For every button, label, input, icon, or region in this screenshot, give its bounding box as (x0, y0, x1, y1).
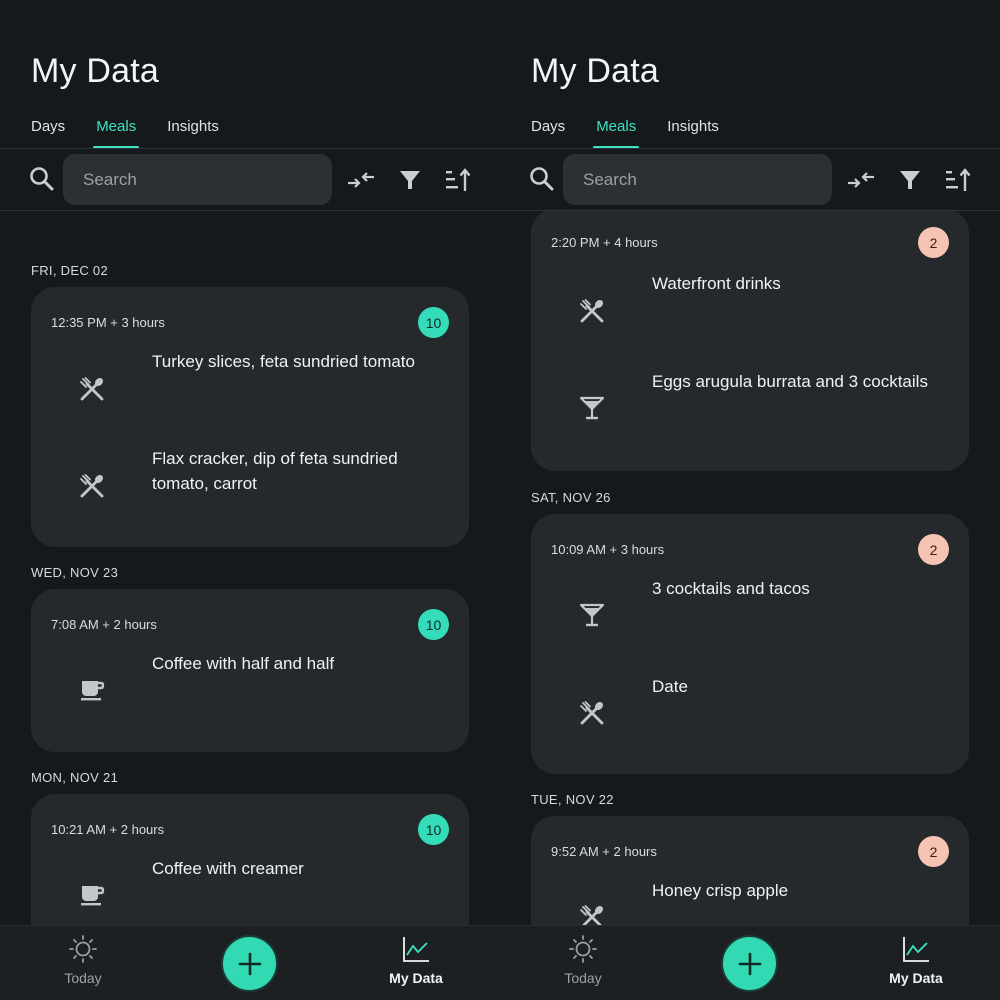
chart-line-icon (903, 937, 929, 962)
nav-my-data[interactable]: My Data (361, 934, 471, 986)
date-header: MON, NOV 21 (31, 770, 119, 785)
tab-meals[interactable]: Meals (593, 117, 640, 149)
meal-entry-text: Turkey slices, feta sundried tomato (152, 352, 415, 371)
compare-arrows-icon (348, 172, 374, 188)
meal-time: 10:09 AM + 3 hours (551, 542, 665, 557)
date-header: FRI, DEC 02 (31, 263, 108, 278)
cocktail-glass-icon (579, 603, 605, 627)
toolbar (0, 149, 500, 210)
filter-button[interactable] (395, 165, 425, 195)
date-header: WED, NOV 23 (31, 565, 119, 580)
coffee-cup-icon (81, 886, 105, 906)
plus-icon (238, 952, 261, 975)
tab-days[interactable]: Days (531, 117, 565, 149)
page-title: My Data (531, 52, 659, 90)
screen-right: My Data Days Meals Insights Search 2:20 … (500, 0, 1000, 1000)
nav-today[interactable]: Today (528, 934, 638, 986)
utensils-icon (80, 377, 104, 401)
utensils-icon (580, 905, 604, 925)
sort-button[interactable] (443, 165, 473, 195)
meal-card[interactable]: 12:35 PM + 3 hours 10 Turkey slices, fet… (31, 287, 469, 547)
filter-button[interactable] (895, 165, 925, 195)
tab-insights[interactable]: Insights (167, 117, 219, 149)
meal-entry-text: Flax cracker, dip of feta sundried tomat… (152, 449, 398, 493)
score-badge: 2 (918, 227, 949, 258)
meal-time: 9:52 AM + 2 hours (551, 844, 657, 859)
screen-left: My Data Days Meals Insights Search FRI, … (0, 0, 500, 1000)
nav-my-data-label: My Data (889, 970, 943, 986)
nav-today-label: Today (64, 970, 102, 986)
tab-bar: Days Meals Insights (531, 117, 750, 149)
tab-insights[interactable]: Insights (667, 117, 719, 149)
meal-card[interactable]: 10:09 AM + 3 hours 2 3 cocktails and tac… (531, 514, 969, 774)
plus-icon (738, 952, 761, 975)
meal-entry-text: Eggs arugula burrata and 3 cocktails (652, 372, 928, 391)
search-input[interactable] (583, 169, 813, 190)
utensils-icon (580, 299, 604, 323)
meal-card[interactable]: 7:08 AM + 2 hours 10 Coffee with half an… (31, 589, 469, 752)
meal-time: 12:35 PM + 3 hours (51, 315, 165, 330)
status-bar (500, 0, 1000, 6)
compare-arrows-icon (848, 172, 874, 188)
tab-bar: Days Meals Insights (31, 117, 250, 149)
compare-button[interactable] (346, 165, 376, 195)
score-badge: 10 (418, 814, 449, 845)
compare-button[interactable] (846, 165, 876, 195)
meal-entry-text: Date (652, 677, 688, 696)
score-badge: 10 (418, 609, 449, 640)
sort-icon (946, 168, 971, 191)
meal-entry-text: Coffee with half and half (152, 654, 335, 673)
nav-my-data[interactable]: My Data (861, 934, 971, 986)
meal-card[interactable]: 9:52 AM + 2 hours 2 Honey crisp apple (531, 816, 969, 925)
nav-my-data-label: My Data (389, 970, 443, 986)
search-field[interactable] (63, 154, 332, 205)
chart-line-icon (403, 937, 429, 962)
tab-days[interactable]: Days (31, 117, 65, 149)
add-button[interactable] (721, 935, 778, 992)
score-badge: 2 (918, 534, 949, 565)
page-title: My Data (31, 52, 159, 90)
coffee-cup-icon (81, 681, 105, 701)
meal-entry-text: Honey crisp apple (652, 881, 789, 900)
bottom-nav: Today My Data (0, 925, 500, 1000)
tab-meals[interactable]: Meals (93, 117, 140, 149)
status-bar (0, 0, 500, 6)
meal-list: 2:20 PM + 4 hours 2 Waterfront drinks Eg… (500, 211, 1000, 925)
meal-entry-text: Coffee with creamer (152, 859, 304, 878)
meal-time: 10:21 AM + 2 hours (51, 822, 165, 837)
search-field[interactable] (563, 154, 832, 205)
sun-icon (569, 935, 597, 963)
meal-time: 7:08 AM + 2 hours (51, 617, 157, 632)
toolbar (500, 149, 1000, 210)
meal-list: FRI, DEC 02 12:35 PM + 3 hours 10 Turkey… (0, 211, 500, 925)
search-input[interactable] (83, 169, 313, 190)
nav-today[interactable]: Today (28, 934, 138, 986)
filter-icon (900, 171, 920, 189)
date-header: SAT, NOV 26 (531, 490, 611, 505)
meal-card[interactable]: 10:21 AM + 2 hours 10 Coffee with creame… (31, 794, 469, 925)
utensils-icon (80, 474, 104, 498)
score-badge: 10 (418, 307, 449, 338)
meal-card[interactable]: 2:20 PM + 4 hours 2 Waterfront drinks Eg… (531, 211, 969, 471)
add-button[interactable] (221, 935, 278, 992)
nav-today-label: Today (564, 970, 602, 986)
meal-entry-text: 3 cocktails and tacos (652, 579, 810, 598)
score-badge: 2 (918, 836, 949, 867)
search-icon[interactable] (28, 165, 56, 193)
sort-button[interactable] (943, 165, 973, 195)
cocktail-glass-icon (579, 396, 605, 420)
sort-icon (446, 168, 471, 191)
sun-icon (69, 935, 97, 963)
date-header: TUE, NOV 22 (531, 792, 614, 807)
filter-icon (400, 171, 420, 189)
search-icon[interactable] (528, 165, 556, 193)
meal-entry-text: Waterfront drinks (652, 274, 781, 293)
utensils-icon (580, 701, 604, 725)
meal-time: 2:20 PM + 4 hours (551, 235, 658, 250)
bottom-nav: Today My Data (500, 925, 1000, 1000)
